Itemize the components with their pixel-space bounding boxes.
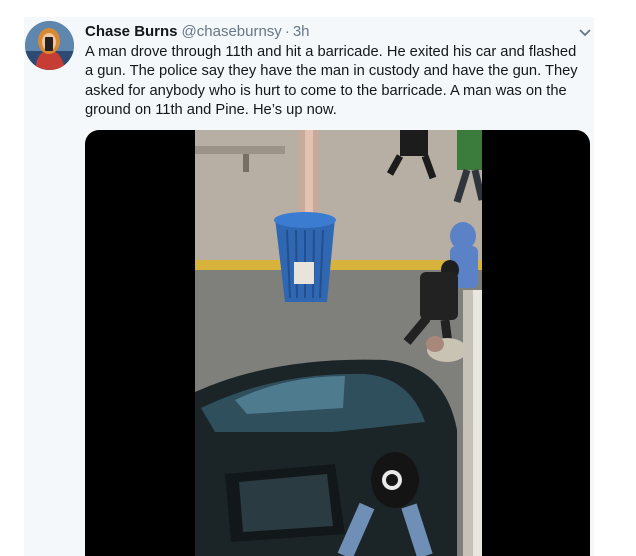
- author-name[interactable]: Chase Burns: [85, 23, 178, 40]
- tweet-timestamp[interactable]: 3h: [293, 23, 310, 40]
- tweet-header: Chase Burns @chaseburnsy · 3h: [85, 22, 310, 44]
- video-still-image: [195, 130, 482, 556]
- author-handle[interactable]: @chaseburnsy: [182, 23, 282, 40]
- avatar[interactable]: [25, 21, 74, 70]
- video-frame[interactable]: [195, 130, 482, 556]
- tweet-text: A man drove through 11th and hit a barri…: [85, 44, 578, 118]
- tweet-media-video[interactable]: [85, 130, 590, 556]
- tweet[interactable]: Chase Burns @chaseburnsy · 3h A man drove t…: [0, 0, 636, 556]
- profile-photo: [25, 21, 74, 70]
- chevron-down-icon[interactable]: [578, 28, 592, 38]
- separator-dot: ·: [284, 23, 290, 40]
